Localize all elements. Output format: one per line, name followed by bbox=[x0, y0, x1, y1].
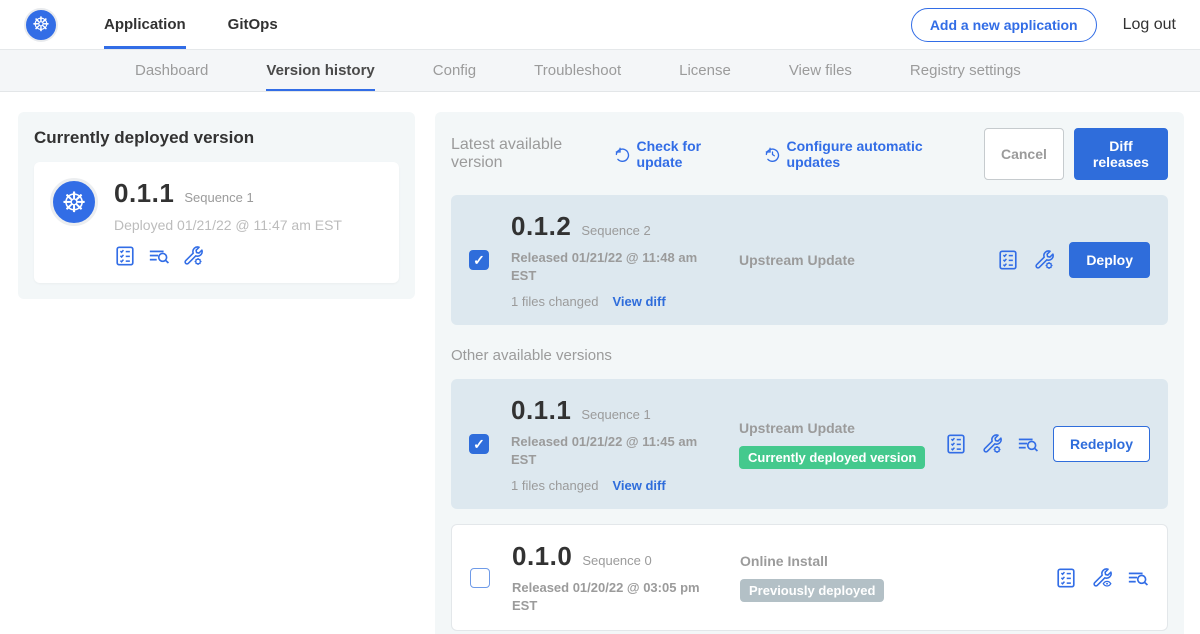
tab-gitops-label: GitOps bbox=[228, 16, 278, 33]
deploy-logs-icon[interactable] bbox=[148, 245, 170, 267]
source-label: Upstream Update bbox=[739, 252, 855, 268]
version-row-0-1-0: 0.1.0 Sequence 0 Released 01/20/22 @ 03:… bbox=[451, 524, 1168, 631]
subnav-item-dashboard[interactable]: Dashboard bbox=[135, 50, 208, 91]
deployed-sequence-label: Sequence 1 bbox=[184, 190, 253, 205]
subnav-item-registry-settings[interactable]: Registry settings bbox=[910, 50, 1021, 91]
files-changed-label: 1 files changed bbox=[511, 478, 598, 493]
version-actions: Redeploy bbox=[945, 426, 1150, 462]
version-row-0-1-2: ✓ 0.1.2 Sequence 2 Released 01/21/22 @ 1… bbox=[451, 195, 1168, 325]
other-versions-title: Other available versions bbox=[451, 347, 1168, 364]
subnav-view-files-label: View files bbox=[789, 62, 852, 79]
deploy-logs-icon[interactable] bbox=[1017, 433, 1039, 455]
previously-deployed-badge: Previously deployed bbox=[740, 579, 884, 602]
released-timestamp: Released 01/21/22 @ 11:48 am EST bbox=[511, 249, 711, 284]
released-timestamp: Released 01/20/22 @ 03:05 pm EST bbox=[512, 579, 712, 614]
sequence-label: Sequence 0 bbox=[582, 553, 651, 568]
currently-deployed-panel: Currently deployed version ☸ 0.1.1 Seque… bbox=[18, 112, 415, 299]
schedule-update-icon bbox=[764, 146, 781, 163]
deployed-version-card: ☸ 0.1.1 Sequence 1 Deployed 01/21/22 @ 1… bbox=[34, 162, 399, 283]
version-number: 0.1.0 bbox=[512, 541, 572, 572]
version-source: Upstream Update Currently deployed versi… bbox=[739, 420, 925, 469]
check-for-update-link[interactable]: Check for update bbox=[614, 138, 736, 170]
version-checkbox[interactable]: ✓ bbox=[469, 434, 489, 454]
tab-gitops[interactable]: GitOps bbox=[228, 0, 278, 49]
check-for-update-label: Check for update bbox=[637, 138, 736, 170]
version-info: 0.1.2 Sequence 2 Released 01/21/22 @ 11:… bbox=[511, 211, 711, 309]
edit-config-icon[interactable] bbox=[1033, 249, 1055, 271]
available-versions-panel: Latest available version Check for updat… bbox=[435, 112, 1184, 634]
subnav-item-version-history[interactable]: Version history bbox=[266, 50, 374, 91]
version-info: 0.1.1 Sequence 1 Released 01/21/22 @ 11:… bbox=[511, 395, 711, 493]
released-timestamp: Released 01/21/22 @ 11:45 am EST bbox=[511, 433, 711, 468]
version-number: 0.1.1 bbox=[511, 395, 571, 426]
version-actions bbox=[1055, 567, 1149, 589]
tab-application[interactable]: Application bbox=[104, 0, 186, 49]
tab-application-label: Application bbox=[104, 16, 186, 33]
header-right: Add a new application Log out bbox=[911, 0, 1176, 49]
version-actions: Deploy bbox=[997, 242, 1150, 278]
sequence-label: Sequence 2 bbox=[581, 223, 650, 238]
deployed-version-info: 0.1.1 Sequence 1 Deployed 01/21/22 @ 11:… bbox=[114, 178, 342, 267]
view-diff-link[interactable]: View diff bbox=[612, 478, 665, 493]
diff-releases-button[interactable]: Diff releases bbox=[1074, 128, 1168, 180]
version-source: Upstream Update bbox=[739, 252, 855, 268]
version-checkbox[interactable] bbox=[470, 568, 490, 588]
configure-automatic-updates-label: Configure automatic updates bbox=[787, 138, 956, 170]
subnav-registry-settings-label: Registry settings bbox=[910, 62, 1021, 79]
latest-available-header: Latest available version Check for updat… bbox=[451, 128, 1168, 180]
currently-deployed-badge: Currently deployed version bbox=[739, 446, 925, 469]
preflight-checks-icon[interactable] bbox=[1055, 567, 1077, 589]
sequence-label: Sequence 1 bbox=[581, 407, 650, 422]
app-subnav: Dashboard Version history Config Trouble… bbox=[0, 50, 1200, 92]
cancel-button[interactable]: Cancel bbox=[984, 128, 1064, 180]
source-label: Upstream Update bbox=[739, 420, 925, 436]
latest-available-title: Latest available version bbox=[451, 136, 600, 172]
version-source: Online Install Previously deployed bbox=[740, 553, 884, 602]
preflight-checks-icon[interactable] bbox=[945, 433, 967, 455]
configure-automatic-updates-link[interactable]: Configure automatic updates bbox=[764, 138, 956, 170]
logout-link[interactable]: Log out bbox=[1123, 16, 1176, 34]
subnav-item-troubleshoot[interactable]: Troubleshoot bbox=[534, 50, 621, 91]
edit-config-icon[interactable] bbox=[981, 433, 1003, 455]
subnav-license-label: License bbox=[679, 62, 731, 79]
subnav-version-history-label: Version history bbox=[266, 62, 374, 79]
refresh-icon bbox=[614, 146, 631, 163]
subnav-item-config[interactable]: Config bbox=[433, 50, 476, 91]
app-header: ☸ Application GitOps Add a new applicati… bbox=[0, 0, 1200, 50]
subnav-config-label: Config bbox=[433, 62, 476, 79]
subnav-dashboard-label: Dashboard bbox=[135, 62, 208, 79]
main-content: Currently deployed version ☸ 0.1.1 Seque… bbox=[0, 92, 1200, 634]
deployed-version-number: 0.1.1 bbox=[114, 178, 174, 209]
view-config-icon[interactable] bbox=[1091, 567, 1113, 589]
deploy-logs-icon[interactable] bbox=[1127, 567, 1149, 589]
version-number: 0.1.2 bbox=[511, 211, 571, 242]
view-diff-link[interactable]: View diff bbox=[612, 294, 665, 309]
preflight-checks-icon[interactable] bbox=[997, 249, 1019, 271]
redeploy-button[interactable]: Redeploy bbox=[1053, 426, 1150, 462]
subnav-item-view-files[interactable]: View files bbox=[789, 50, 852, 91]
source-label: Online Install bbox=[740, 553, 884, 569]
version-info: 0.1.0 Sequence 0 Released 01/20/22 @ 03:… bbox=[512, 541, 712, 614]
currently-deployed-title: Currently deployed version bbox=[34, 128, 399, 148]
deploy-button[interactable]: Deploy bbox=[1069, 242, 1150, 278]
kubernetes-logo-icon: ☸ bbox=[24, 8, 58, 42]
header-tabs: Application GitOps bbox=[104, 0, 278, 49]
version-checkbox[interactable]: ✓ bbox=[469, 250, 489, 270]
subnav-item-license[interactable]: License bbox=[679, 50, 731, 91]
deployed-timestamp: Deployed 01/21/22 @ 11:47 am EST bbox=[114, 217, 342, 233]
files-changed-label: 1 files changed bbox=[511, 294, 598, 309]
edit-config-icon[interactable] bbox=[182, 245, 204, 267]
preflight-checks-icon[interactable] bbox=[114, 245, 136, 267]
version-row-0-1-1: ✓ 0.1.1 Sequence 1 Released 01/21/22 @ 1… bbox=[451, 379, 1168, 509]
add-application-button[interactable]: Add a new application bbox=[911, 8, 1097, 42]
subnav-troubleshoot-label: Troubleshoot bbox=[534, 62, 621, 79]
app-icon: ☸ bbox=[50, 178, 98, 226]
